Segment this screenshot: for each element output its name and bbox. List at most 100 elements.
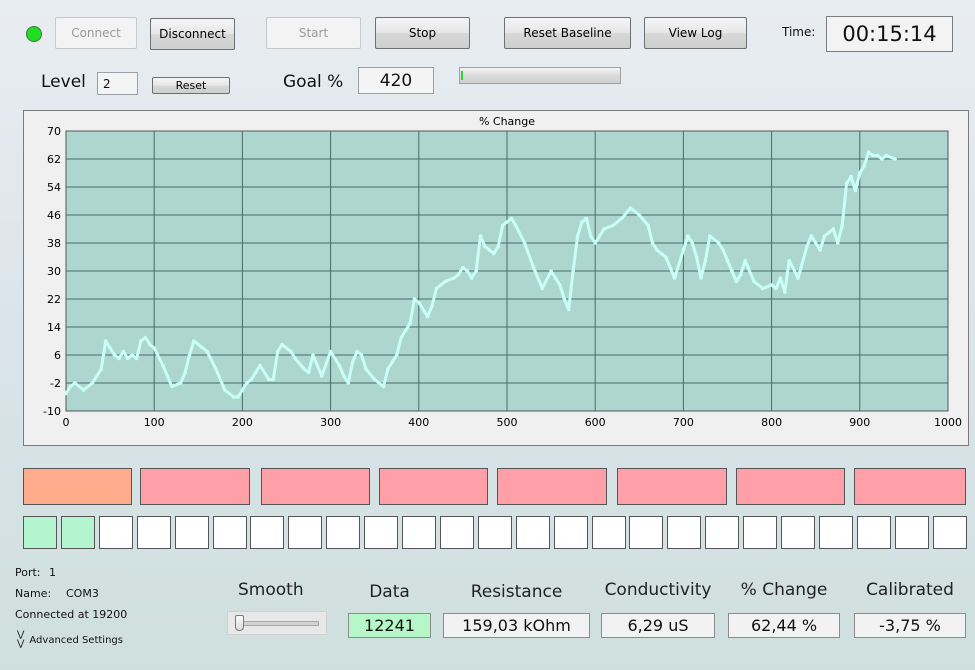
data-point: [818, 248, 822, 252]
conductivity-value: 6,29 uS: [601, 613, 715, 638]
data-point: [558, 283, 562, 287]
disconnect-button[interactable]: Disconnect: [150, 18, 235, 50]
data-point: [840, 223, 844, 228]
stop-button[interactable]: Stop: [375, 17, 470, 49]
data-point: [90, 381, 95, 385]
data-point: [381, 384, 386, 389]
data-point: [760, 286, 765, 291]
data-point: [267, 377, 271, 382]
level-indicator-square: [667, 516, 701, 549]
data-point: [200, 346, 205, 350]
data-point: [562, 297, 567, 301]
data-point: [461, 265, 465, 270]
connect-button[interactable]: Connect: [55, 17, 137, 49]
data-point: [170, 384, 174, 389]
level-indicator-square: [288, 516, 322, 549]
data-point: [372, 377, 377, 382]
data-point: [686, 234, 690, 238]
goal-progress-tick: [461, 71, 463, 80]
data-point: [289, 349, 293, 354]
name-label: Name:: [15, 587, 52, 600]
start-button[interactable]: Start: [266, 17, 361, 49]
data-point: [240, 388, 245, 392]
level-indicator-square: [478, 516, 512, 549]
data-point: [505, 220, 509, 224]
y-tick-label: 22: [47, 293, 61, 306]
data-point: [571, 269, 575, 273]
data-point: [192, 339, 196, 343]
data-point: [390, 360, 395, 364]
data-point: [469, 276, 474, 280]
data-point: [258, 363, 262, 368]
data-point: [425, 314, 430, 319]
x-tick-label: 1000: [934, 416, 962, 429]
data-point: [809, 234, 814, 238]
data-point: [337, 363, 342, 368]
data-point: [822, 234, 827, 238]
data-label: Data: [369, 582, 410, 602]
data-point: [245, 381, 249, 385]
data-point: [487, 248, 492, 252]
data-point: [531, 265, 536, 270]
data-point: [584, 216, 589, 221]
data-point: [73, 381, 77, 385]
data-point: [835, 241, 840, 245]
data-point: [514, 223, 518, 228]
view-log-button[interactable]: View Log: [644, 17, 747, 49]
level-indicator-square: [629, 516, 663, 549]
level-value-field[interactable]: 2: [97, 72, 138, 95]
slider-thumb[interactable]: [235, 615, 244, 631]
data-point: [474, 269, 478, 273]
data-point: [725, 258, 730, 263]
data-point: [178, 381, 183, 385]
port-label: Port:: [15, 566, 41, 579]
data-point: [350, 360, 355, 364]
smooth-label: Smooth: [238, 580, 304, 600]
level-indicator-square: [933, 516, 967, 549]
name-value: COM3: [66, 587, 99, 600]
data-point: [496, 244, 500, 249]
level-indicator-square: [23, 516, 57, 549]
data-point: [364, 367, 368, 371]
data-point: [549, 269, 553, 273]
chart-svg: % Change 0 100 200 300 400 500 600 700 800 900 1000…: [43, 115, 962, 429]
level-indicator-square: [743, 516, 777, 549]
data-point: [509, 216, 514, 221]
level-indicator-square: [819, 516, 853, 549]
data-point: [121, 349, 126, 354]
data-point: [540, 286, 545, 291]
level-indicator-square: [516, 516, 550, 549]
data-point: [849, 174, 853, 179]
data-point: [443, 279, 448, 284]
calibrated-value: -3,75 %: [854, 613, 966, 638]
data-point: [663, 255, 668, 259]
time-display: 00:15:14: [826, 16, 953, 52]
data-point: [659, 251, 664, 256]
level-indicator-square: [440, 516, 474, 549]
data-point: [752, 279, 756, 284]
percent-change-value: 62,44 %: [728, 613, 840, 638]
data-point: [827, 230, 831, 235]
level-reset-button[interactable]: Reset: [152, 77, 230, 94]
time-label: Time:: [782, 25, 816, 39]
port-value: 1: [49, 566, 56, 579]
color-strip-3: [261, 468, 370, 505]
data-point: [650, 241, 655, 245]
data-point: [139, 339, 143, 343]
smooth-slider[interactable]: [227, 611, 327, 635]
y-tick-label: -2: [50, 377, 61, 390]
data-point: [699, 276, 703, 280]
connected-status-text: Connected at 19200: [15, 608, 128, 621]
advanced-settings-toggle[interactable]: ⋁ ⋁ Advanced Settings: [17, 631, 123, 649]
level-indicator-square: [364, 516, 398, 549]
x-tick-label: 400: [408, 416, 429, 429]
data-point: [721, 248, 725, 252]
reset-baseline-button[interactable]: Reset Baseline: [504, 17, 631, 49]
data-point: [319, 374, 324, 378]
goal-progress-bar: [459, 67, 621, 84]
data-point: [403, 328, 408, 333]
chart-title: % Change: [479, 115, 535, 128]
data-point: [813, 241, 818, 245]
data-point: [774, 286, 778, 291]
data-point: [734, 279, 739, 284]
